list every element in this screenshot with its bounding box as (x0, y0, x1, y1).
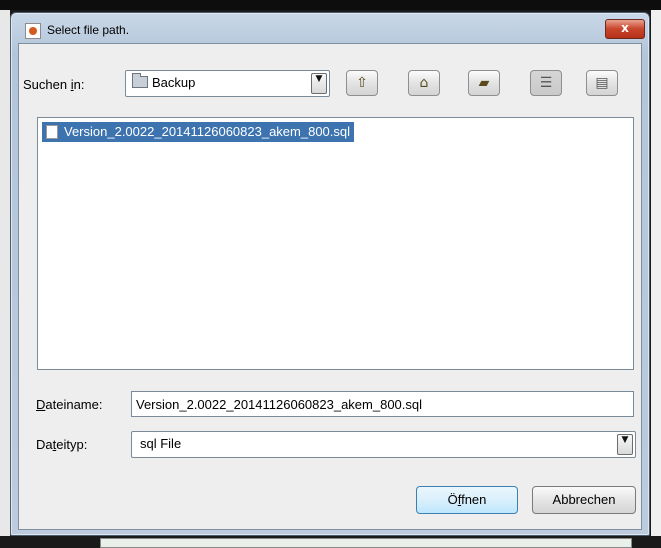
chevron-down-icon[interactable]: ▼ (617, 434, 633, 455)
new-folder-icon: ▰ (478, 75, 490, 91)
look-in-label-suffix: n: (73, 77, 85, 92)
up-folder-icon: ⇧ (356, 75, 368, 91)
look-in-label-prefix: Suchen (23, 77, 71, 92)
file-name-label: Dateiname: (36, 397, 102, 412)
file-icon (46, 125, 58, 139)
list-view-button[interactable]: ☰ (530, 70, 562, 96)
details-view-icon: ▤ (595, 75, 609, 91)
home-icon: ⌂ (419, 75, 429, 91)
open-label-suffix: fnen (461, 492, 487, 507)
file-type-dropdown[interactable]: sql File ▼ (131, 431, 636, 458)
open-label-prefix: Ö (447, 492, 458, 507)
list-item[interactable]: Version_2.0022_20141126060823_akem_800.s… (42, 122, 355, 142)
file-type-value: sql File (140, 436, 182, 451)
details-view-button[interactable]: ▤ (586, 70, 618, 96)
chevron-down-icon[interactable]: ▼ (311, 73, 327, 94)
file-name-field[interactable] (131, 391, 634, 417)
file-type-label: Dateityp: (36, 437, 87, 452)
look-in-label: Suchen in: (23, 77, 84, 92)
java-app-icon (25, 23, 41, 39)
background-window-top (0, 0, 661, 10)
look-in-value: Backup (152, 75, 196, 90)
file-name-label-mnemonic: D (36, 397, 46, 412)
file-name: Version_2.0022_20141126060823_akem_800.s… (64, 124, 351, 139)
cancel-button[interactable]: Abbrechen (532, 486, 636, 514)
background-panel (100, 538, 632, 548)
look-in-dropdown[interactable]: Backup ▼ (125, 70, 330, 97)
up-one-level-button[interactable]: ⇧ (346, 70, 378, 96)
background-window-right (651, 10, 661, 546)
folder-icon (132, 73, 148, 88)
file-name-label-rest: ateiname: (45, 397, 103, 412)
list-view-icon: ☰ (539, 75, 553, 91)
create-new-folder-button[interactable]: ▰ (468, 70, 500, 96)
file-list[interactable]: Version_2.0022_20141126060823_akem_800.s… (37, 117, 634, 370)
home-button[interactable]: ⌂ (408, 70, 440, 96)
open-button[interactable]: Öffnen (416, 486, 518, 514)
file-type-label-prefix: Da (36, 437, 53, 452)
dialog-title: Select file path. (47, 23, 130, 37)
file-type-label-suffix: eityp: (56, 437, 88, 452)
close-button[interactable]: x (605, 19, 645, 39)
background-window-left (0, 10, 10, 546)
